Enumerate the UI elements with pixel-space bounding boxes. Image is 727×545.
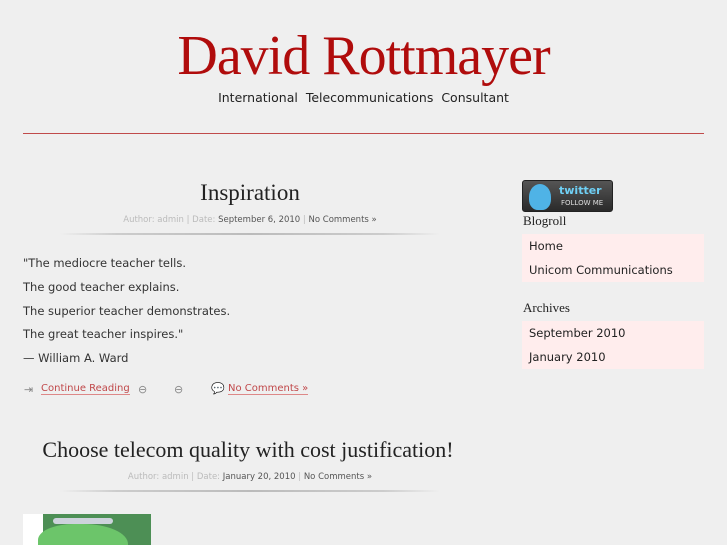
quote-line: The superior teacher demonstrates. [23, 304, 231, 318]
no-comments-link[interactable]: No Comments » [228, 383, 309, 395]
twitter-logo-text: twitter [559, 184, 602, 197]
archive-item-jan-2010[interactable]: January 2010 [522, 345, 704, 369]
comment-icon: 💬 [211, 382, 225, 395]
quote-line: The great teacher inspires." [23, 327, 184, 341]
post-separator [60, 490, 440, 492]
archive-item-sep-2010[interactable]: September 2010 [522, 321, 704, 345]
blogroll-item-home[interactable]: Home [522, 234, 704, 258]
twitter-bird-icon [529, 184, 551, 210]
site-tagline: International Telecommunications Consult… [218, 90, 509, 105]
meta-sep: | [300, 215, 309, 225]
twitter-follow-button[interactable]: twitter FOLLOW ME [522, 180, 613, 212]
post-meta: Author: admin | Date: January 20, 2010 |… [60, 472, 440, 482]
meta-comments-link[interactable]: No Comments » [309, 215, 377, 225]
link-icon[interactable]: ⊖ [138, 383, 147, 396]
quote-author: — William A. Ward [23, 351, 129, 365]
blogroll-item-unicom[interactable]: Unicom Communications [522, 258, 704, 282]
blogroll-heading: Blogroll [523, 213, 567, 228]
post-title[interactable]: Inspiration [60, 180, 440, 206]
meta-date: September 6, 2010 [218, 215, 301, 225]
meta-sep: | [295, 472, 304, 482]
archives-list: September 2010 January 2010 [522, 321, 704, 369]
meta-author: Author: admin | Date: [123, 215, 219, 225]
meta-author: Author: admin | Date: [127, 472, 223, 482]
continue-icon: ⇥ [24, 383, 34, 396]
continue-reading-link[interactable]: Continue Reading [41, 383, 130, 395]
meta-comments-link[interactable]: No Comments » [304, 472, 372, 482]
quote-line: "The mediocre teacher tells. [23, 256, 186, 270]
site-title[interactable]: David Rottmayer [0, 24, 727, 88]
quote-line: The good teacher explains. [23, 280, 180, 294]
follow-me-label: FOLLOW ME [561, 199, 604, 207]
header-divider [23, 133, 704, 134]
post-title[interactable]: Choose telecom quality with cost justifi… [23, 437, 473, 463]
link-icon[interactable]: ⊖ [174, 383, 183, 396]
post-meta: Author: admin | Date: September 6, 2010 … [60, 215, 440, 225]
meta-date: January 20, 2010 [222, 472, 296, 482]
post-separator [60, 233, 440, 235]
blogroll-list: Home Unicom Communications [522, 234, 704, 282]
post-image-map [23, 514, 151, 545]
archives-heading: Archives [523, 300, 570, 315]
